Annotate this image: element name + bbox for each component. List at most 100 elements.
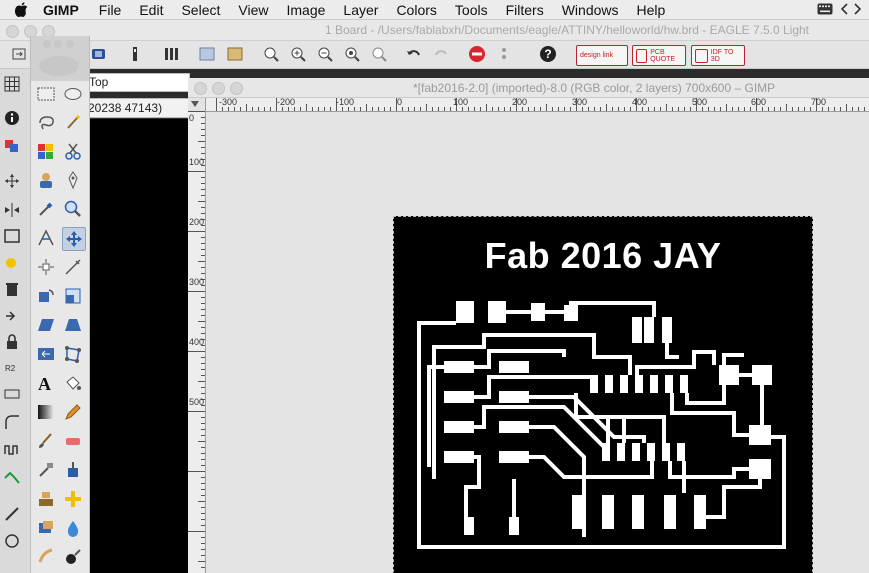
measure-icon[interactable]	[35, 227, 57, 249]
smash-icon[interactable]	[3, 385, 21, 403]
eraser-icon[interactable]	[62, 430, 84, 452]
cage-transform-icon[interactable]	[62, 343, 84, 365]
perspective-icon[interactable]	[62, 314, 84, 336]
info-icon[interactable]	[3, 109, 21, 127]
menu-help[interactable]: Help	[637, 2, 666, 18]
select-by-color-icon[interactable]	[35, 140, 57, 162]
change-icon[interactable]	[3, 254, 21, 272]
paths-icon[interactable]	[62, 169, 84, 191]
zoom-out-icon[interactable]	[316, 45, 334, 63]
menu-filters[interactable]: Filters	[506, 2, 544, 18]
pcb-quote-button[interactable]: PCB QUOTE	[632, 45, 686, 66]
vertical-ruler[interactable]: 0 100 200 300 400 500	[188, 111, 206, 573]
wilber-drop-area[interactable]	[31, 36, 89, 81]
perspective-clone-icon[interactable]	[35, 517, 57, 539]
paintbrush-icon[interactable]	[35, 430, 57, 452]
shear-icon[interactable]	[35, 314, 57, 336]
color-picker-icon[interactable]	[35, 198, 57, 220]
zoom-fit-icon[interactable]	[262, 45, 280, 63]
gimp-zoom-button[interactable]	[230, 82, 243, 95]
heal-icon[interactable]	[62, 488, 84, 510]
zoom-icon[interactable]	[62, 198, 84, 220]
menu-colors[interactable]: Colors	[396, 2, 436, 18]
menu-edit[interactable]: Edit	[139, 2, 163, 18]
zoom-in-icon[interactable]	[289, 45, 307, 63]
menu-layer[interactable]: Layer	[343, 2, 378, 18]
bucket-fill-icon[interactable]	[62, 372, 84, 394]
gimp-close-button[interactable]	[194, 82, 207, 95]
apple-icon[interactable]	[15, 2, 31, 17]
delete-icon[interactable]	[3, 280, 21, 298]
lock-icon[interactable]	[3, 333, 21, 351]
group-icon[interactable]	[3, 227, 21, 245]
text-icon[interactable]: A	[35, 372, 57, 394]
stop-icon[interactable]	[468, 45, 486, 63]
gimp-minimize-button[interactable]	[212, 82, 225, 95]
menu-select[interactable]: Select	[181, 2, 220, 18]
route-icon[interactable]	[3, 469, 21, 487]
ellipse-select-icon[interactable]	[62, 83, 84, 105]
pencil-icon[interactable]	[62, 401, 84, 423]
menu-app-gimp[interactable]: GIMP	[43, 2, 79, 18]
idf-to-3d-button[interactable]: IDF TO 3D	[691, 45, 745, 66]
flip-icon[interactable]	[35, 343, 57, 365]
miter-icon[interactable]	[3, 413, 21, 431]
rect-select-icon[interactable]	[35, 83, 57, 105]
move-tool-icon[interactable]	[62, 227, 86, 251]
blur-icon[interactable]	[62, 517, 84, 539]
zoom-select-icon[interactable]	[370, 45, 388, 63]
menu-view[interactable]: View	[238, 2, 268, 18]
align-icon[interactable]	[35, 256, 57, 278]
ulp-icon[interactable]	[126, 45, 144, 63]
gimp-window-title: *[fab2016-2.0] (imported)-8.0 (RGB color…	[413, 81, 776, 95]
wire-icon[interactable]	[3, 505, 21, 523]
design-link-button[interactable]: design link	[576, 45, 628, 66]
name-icon[interactable]: R2	[3, 359, 21, 377]
crop-icon[interactable]	[62, 256, 84, 278]
eagle-close-button[interactable]	[6, 25, 19, 38]
redo-icon[interactable]	[432, 45, 450, 63]
meander-icon[interactable]	[3, 441, 21, 459]
eagle-window-titlebar: 1 Board - /Users/fablabxh/Documents/eagl…	[0, 20, 869, 41]
grid-icon[interactable]	[3, 75, 21, 93]
eagle-board-canvas[interactable]	[88, 119, 189, 573]
gimp-canvas-viewport[interactable]: Fab 2016 JAY	[206, 112, 869, 573]
layer-select[interactable]: Top	[86, 73, 190, 92]
zoom-redraw-icon[interactable]	[343, 45, 361, 63]
script-icon[interactable]	[162, 45, 180, 63]
rotate-icon[interactable]	[35, 285, 57, 307]
help-icon[interactable]: ?	[539, 45, 557, 63]
mirror-icon[interactable]	[3, 201, 21, 219]
hruler-label: 300	[572, 98, 588, 107]
ink-icon[interactable]	[62, 459, 84, 481]
menu-file[interactable]: File	[99, 2, 122, 18]
ruler-corner-button[interactable]	[188, 98, 206, 112]
undo-icon[interactable]	[405, 45, 423, 63]
airbrush-icon[interactable]	[35, 459, 57, 481]
scissors-icon[interactable]	[62, 140, 84, 162]
fuzzy-select-icon[interactable]	[62, 111, 84, 133]
dodge-burn-icon[interactable]	[62, 546, 84, 568]
layers-icon[interactable]	[3, 137, 21, 155]
menu-image[interactable]: Image	[286, 2, 325, 18]
open-icon[interactable]	[10, 45, 28, 63]
smudge-icon[interactable]	[35, 546, 57, 568]
circle-icon[interactable]	[3, 532, 21, 550]
go-icon[interactable]	[495, 45, 513, 63]
menu-windows[interactable]: Windows	[562, 2, 619, 18]
keyboard-icon[interactable]	[817, 3, 833, 18]
move-icon[interactable]	[3, 172, 21, 190]
erc-icon[interactable]	[226, 45, 244, 63]
code-brackets-icon[interactable]	[840, 2, 862, 19]
image-layer[interactable]: Fab 2016 JAY	[393, 216, 813, 573]
free-select-icon[interactable]	[35, 111, 57, 133]
scale-icon[interactable]	[62, 285, 84, 307]
menu-tools[interactable]: Tools	[455, 2, 488, 18]
cam-icon[interactable]	[90, 45, 108, 63]
clone-icon[interactable]	[35, 488, 57, 510]
drc-icon[interactable]	[198, 45, 216, 63]
foreground-select-icon[interactable]	[35, 169, 57, 191]
add-icon[interactable]	[3, 307, 21, 325]
horizontal-ruler[interactable]: -300 -200 -100 0 100 200 300 400 500 600…	[206, 98, 869, 112]
blend-icon[interactable]	[35, 401, 57, 423]
